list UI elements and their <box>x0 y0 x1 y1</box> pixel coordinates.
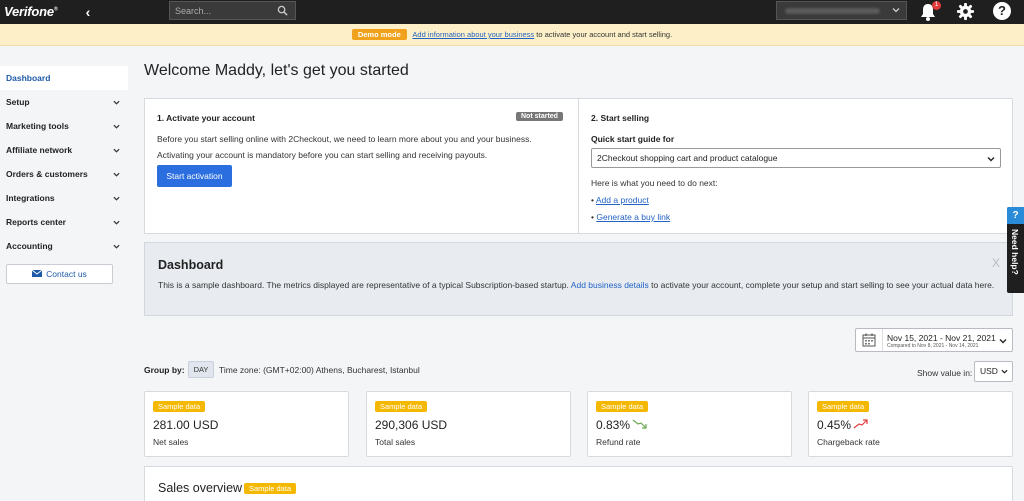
chevron-down-icon <box>113 220 120 225</box>
sales-overview-panel: Sales overview Sample data <box>144 466 1013 501</box>
chevron-down-icon <box>999 339 1007 344</box>
date-compare-value: Compared to Nov 8, 2021 - Nov 14, 2021 <box>887 343 979 349</box>
metric-label: Refund rate <box>596 437 641 447</box>
search-input[interactable] <box>170 2 275 19</box>
trend-down-icon <box>632 419 647 429</box>
search-icon[interactable] <box>277 5 288 16</box>
sample-data-badge: Sample data <box>817 401 870 412</box>
chevron-down-icon <box>987 157 995 162</box>
gear-icon[interactable] <box>956 2 975 21</box>
group-by-day-button[interactable]: DAY <box>188 361 214 378</box>
status-badge: Not started <box>516 112 563 121</box>
contact-us-button[interactable]: Contact us <box>6 264 113 284</box>
chevron-down-icon <box>113 172 120 177</box>
demo-banner: Demo mode Add information about your bus… <box>0 24 1024 46</box>
metric-label: Chargeback rate <box>817 437 880 447</box>
generate-buy-link[interactable]: Generate a buy link <box>596 212 670 222</box>
trend-up-icon <box>853 419 868 429</box>
list-item: • Add a product <box>591 195 649 205</box>
timezone-text: Time zone: (GMT+02:00) Athens, Bucharest… <box>219 365 420 375</box>
top-bar: Verifone® ‹ 1 ? <box>0 0 1024 24</box>
search-box[interactable] <box>169 1 296 20</box>
chevron-down-icon <box>113 124 120 129</box>
activate-title: 1. Activate your account <box>157 113 255 123</box>
divider <box>882 329 883 351</box>
page-title: Welcome Maddy, let's get you started <box>144 62 409 79</box>
metric-value: 281.00 USD <box>153 418 219 432</box>
metric-label: Total sales <box>375 437 416 447</box>
sidebar-item-marketing-tools[interactable]: Marketing tools <box>0 114 128 138</box>
start-activation-button[interactable]: Start activation <box>157 165 232 187</box>
add-business-info-link[interactable]: Add information about your business <box>412 30 534 39</box>
collapse-sidebar-button[interactable]: ‹ <box>80 3 96 21</box>
add-business-details-link[interactable]: Add business details <box>571 280 649 290</box>
sample-data-badge: Sample data <box>244 483 297 494</box>
metric-value: 0.83% <box>596 418 631 432</box>
metric-value: 290,306 USD <box>375 418 448 432</box>
need-help-tab[interactable]: ? Need help? <box>1007 207 1024 293</box>
sidebar: Dashboard Setup Marketing tools Affiliat… <box>0 66 128 258</box>
demo-mode-badge: Demo mode <box>351 28 407 40</box>
sales-overview-title: Sales overview <box>158 481 243 495</box>
currency-select[interactable]: USD <box>974 361 1013 382</box>
list-item: • Generate a buy link <box>591 212 671 222</box>
quick-start-select[interactable]: 2Checkout shopping cart and product cata… <box>591 148 1001 168</box>
need-help-label: Need help? <box>1010 229 1020 275</box>
sidebar-item-dashboard[interactable]: Dashboard <box>0 66 128 90</box>
onboarding-cards: 1. Activate your account Not started Bef… <box>144 98 1013 234</box>
mail-icon <box>32 270 43 278</box>
chevron-down-icon <box>1001 369 1008 374</box>
sample-dashboard-notice: Dashboard X This is a sample dashboard. … <box>144 242 1013 316</box>
activate-description: Before you start selling online with 2Ch… <box>157 134 532 160</box>
notification-badge: 1 <box>932 1 941 10</box>
metric-chargeback-rate[interactable]: Sample data 0.45% Chargeback rate <box>808 391 1013 457</box>
date-range-picker[interactable]: Nov 15, 2021 - Nov 21, 2021 Compared to … <box>855 328 1013 352</box>
sidebar-item-accounting[interactable]: Accounting <box>0 234 128 258</box>
sidebar-item-affiliate-network[interactable]: Affiliate network <box>0 138 128 162</box>
sidebar-item-setup[interactable]: Setup <box>0 90 128 114</box>
activate-account-card: 1. Activate your account Not started Bef… <box>145 99 579 233</box>
metric-refund-rate[interactable]: Sample data 0.83% Refund rate <box>587 391 792 457</box>
metric-total-sales[interactable]: Sample data 290,306 USD Total sales <box>366 391 571 457</box>
metric-value: 0.45% <box>817 418 852 432</box>
sidebar-item-reports-center[interactable]: Reports center <box>0 210 128 234</box>
quick-start-label: Quick start guide for <box>591 134 675 144</box>
sidebar-item-orders-customers[interactable]: Orders & customers <box>0 162 128 186</box>
account-selector[interactable] <box>776 1 907 20</box>
group-by-label: Group by: <box>144 365 185 375</box>
verifone-logo[interactable]: Verifone® <box>4 4 58 19</box>
show-value-label: Show value in: <box>917 368 973 378</box>
dashboard-title: Dashboard <box>158 258 224 272</box>
help-button[interactable]: ? <box>993 2 1011 20</box>
dashboard-description: This is a sample dashboard. The metrics … <box>158 280 995 290</box>
chevron-down-icon <box>113 244 120 249</box>
sample-data-badge: Sample data <box>596 401 649 412</box>
start-selling-title: 2. Start selling <box>591 113 650 123</box>
chevron-down-icon <box>113 148 120 153</box>
chevron-down-icon <box>113 100 120 105</box>
sidebar-item-integrations[interactable]: Integrations <box>0 186 128 210</box>
sample-data-badge: Sample data <box>375 401 428 412</box>
chevron-down-icon <box>892 8 900 13</box>
calendar-icon <box>862 333 876 347</box>
close-icon[interactable]: X <box>992 256 1000 270</box>
question-icon: ? <box>1007 207 1024 224</box>
add-product-link[interactable]: Add a product <box>596 195 649 205</box>
account-email <box>785 8 880 14</box>
chevron-down-icon <box>113 196 120 201</box>
metric-label: Net sales <box>153 437 189 447</box>
next-steps-text: Here is what you need to do next: <box>591 178 718 188</box>
banner-text: to activate your account and start selli… <box>536 30 673 39</box>
metric-net-sales[interactable]: Sample data 281.00 USD Net sales <box>144 391 349 457</box>
date-range-value: Nov 15, 2021 - Nov 21, 2021 <box>887 333 996 343</box>
sample-data-badge: Sample data <box>153 401 206 412</box>
